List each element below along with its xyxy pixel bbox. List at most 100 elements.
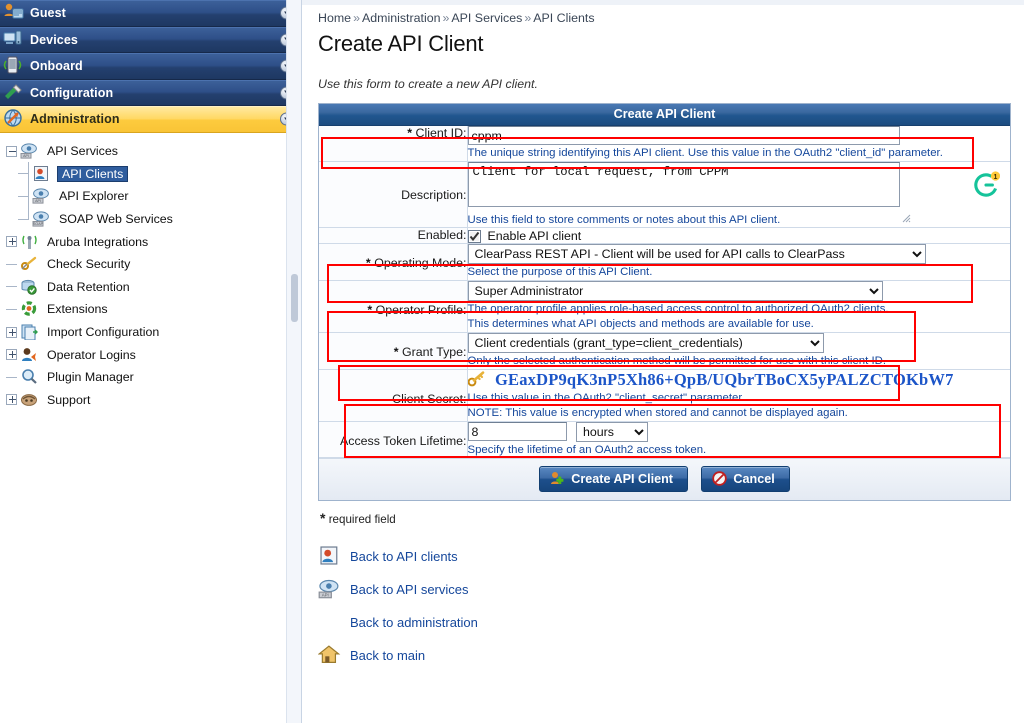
sidebar-item-operator-logins[interactable]: Operator Logins bbox=[0, 343, 296, 366]
left-navigation-sidebar: Guest Devices Onboard Configuration Administ… bbox=[0, 0, 302, 723]
administration-globe-icon bbox=[2, 108, 28, 130]
client-secret-note: NOTE: This value is encrypted when store… bbox=[467, 407, 848, 420]
tree-connector bbox=[6, 372, 17, 383]
access-token-lifetime-hint: Specify the lifetime of an OAuth2 access… bbox=[467, 443, 707, 456]
row-operating-mode: * Operating Mode: ClearPass REST API - C… bbox=[319, 243, 1010, 281]
create-api-client-button[interactable]: Create API Client bbox=[539, 466, 688, 493]
row-access-token-lifetime: Access Token Lifetime: hours Specify the… bbox=[319, 421, 1010, 459]
sidebar-item-api-clients[interactable]: API Clients bbox=[0, 163, 296, 186]
svg-text:API: API bbox=[35, 200, 41, 204]
description-hint: Use this field to store comments or note… bbox=[467, 213, 781, 226]
create-api-client-button-label: Create API Client bbox=[571, 472, 673, 487]
sidebar-item-aruba-integrations[interactable]: Aruba Integrations bbox=[0, 230, 296, 253]
client-id-label: * Client ID: bbox=[319, 126, 468, 162]
expand-plus-icon[interactable] bbox=[6, 394, 17, 406]
breadcrumb-item-api-clients[interactable]: API Clients bbox=[533, 11, 594, 25]
breadcrumb-item-api-services[interactable]: API Services bbox=[451, 11, 522, 25]
breadcrumb-separator: » bbox=[353, 11, 360, 25]
sidebar-item-soap-web-services[interactable]: SOAP SOAP Web Services bbox=[0, 208, 296, 231]
expand-plus-icon[interactable] bbox=[6, 349, 17, 361]
sidebar-item-label: Data Retention bbox=[47, 279, 130, 294]
required-field-text: required field bbox=[328, 513, 396, 527]
configuration-wrench-icon bbox=[5, 84, 22, 99]
sidebar-scrollbar-thumb[interactable] bbox=[291, 274, 298, 322]
sidebar-item-label: Import Configuration bbox=[47, 325, 160, 340]
row-operator-profile: * Operator Profile: Super Administrator … bbox=[319, 280, 1010, 333]
textarea-resize-grip[interactable] bbox=[902, 214, 911, 223]
form-buttons-row: Create API Client Cancel bbox=[319, 458, 1010, 501]
client-id-hint: The unique string identifying this API c… bbox=[467, 147, 943, 159]
nav-group-label: Onboard bbox=[30, 59, 83, 74]
nav-group-label: Devices bbox=[30, 32, 78, 47]
tree-guide-line bbox=[28, 162, 29, 219]
row-enabled: Enabled: Enable API client bbox=[319, 227, 1010, 245]
key-icon bbox=[467, 370, 484, 386]
required-star: * bbox=[367, 302, 373, 317]
sidebar-item-api-services[interactable]: API API Services bbox=[0, 140, 296, 163]
client-secret-label: Client Secret: bbox=[319, 369, 468, 422]
back-links-list: Back to API clients API Back to API servic… bbox=[317, 540, 1024, 672]
grant-type-label: * Grant Type: bbox=[319, 332, 468, 370]
back-link-back-to-api-clients[interactable]: Back to API clients bbox=[318, 540, 1024, 573]
sidebar-item-label: Aruba Integrations bbox=[47, 234, 149, 249]
sidebar-item-data-retention[interactable]: Data Retention bbox=[0, 276, 296, 299]
svg-text:SOAP: SOAP bbox=[33, 222, 44, 226]
home-icon bbox=[317, 645, 341, 663]
back-link-label: Back to API services bbox=[350, 582, 469, 598]
tree-connector bbox=[6, 259, 17, 270]
breadcrumb-separator: » bbox=[442, 11, 450, 25]
expand-plus-icon[interactable] bbox=[6, 236, 17, 248]
cancel-icon bbox=[712, 471, 728, 487]
operator-logins-icon bbox=[22, 347, 36, 361]
collapse-minus-icon[interactable] bbox=[6, 145, 17, 157]
sidebar-item-api-explorer[interactable]: API API Explorer bbox=[0, 185, 296, 208]
sidebar-item-import-configuration[interactable]: Import Configuration bbox=[0, 321, 296, 344]
back-link-back-to-main[interactable]: Back to main bbox=[317, 639, 1024, 672]
operator-profile-hint-2: This determines what API objects and met… bbox=[467, 318, 814, 331]
sidebar-item-label: Plugin Manager bbox=[47, 370, 134, 385]
nav-group-configuration[interactable]: Configuration bbox=[0, 79, 301, 106]
row-client-id: * Client ID: The unique string identifyi… bbox=[319, 126, 1010, 162]
aruba-integrations-icon bbox=[22, 235, 37, 249]
sidebar-item-extensions[interactable]: Extensions bbox=[0, 298, 296, 321]
extensions-icon bbox=[21, 301, 37, 317]
back-link-back-to-administration[interactable]: Back to administration bbox=[318, 606, 1024, 639]
nav-group-devices[interactable]: Devices bbox=[0, 26, 301, 53]
sidebar-item-label: Extensions bbox=[47, 302, 108, 317]
nav-group-label: Administration bbox=[30, 112, 120, 127]
client-id-input[interactable] bbox=[467, 126, 900, 145]
required-star: * bbox=[393, 344, 399, 359]
operating-mode-select[interactable]: ClearPass REST API - Client will be used… bbox=[467, 244, 926, 265]
enable-api-client-checkbox[interactable] bbox=[467, 229, 481, 243]
onboard-mobile-icon bbox=[3, 56, 22, 74]
extensions-icon bbox=[20, 300, 40, 318]
grammarly-icon[interactable]: 1 bbox=[974, 170, 1001, 197]
access-token-lifetime-unit-select[interactable]: hours bbox=[575, 421, 648, 442]
sidebar-item-check-security[interactable]: Check Security bbox=[0, 253, 296, 276]
api-explorer-icon: API bbox=[32, 187, 52, 205]
description-textarea[interactable]: Client for local request, from CPPM bbox=[467, 161, 900, 207]
nav-group-guest[interactable]: Guest bbox=[0, 0, 301, 27]
cancel-button[interactable]: Cancel bbox=[701, 466, 790, 493]
nav-group-onboard[interactable]: Onboard bbox=[0, 53, 301, 80]
sidebar-item-plugin-manager[interactable]: Plugin Manager bbox=[0, 366, 296, 389]
access-token-lifetime-input[interactable] bbox=[467, 422, 567, 442]
breadcrumb-item-home[interactable]: Home bbox=[318, 11, 351, 25]
client-secret-value-wrap: GEaxDP9qK3nP5Xh86+QpB/UQbrTBoCX5yPALZCTO… bbox=[467, 370, 1011, 390]
nav-group-administration[interactable]: Administration bbox=[0, 106, 301, 133]
back-link-back-to-api-services[interactable]: API Back to API services bbox=[318, 573, 1024, 606]
expand-plus-icon[interactable] bbox=[6, 326, 17, 338]
api-services-icon: API bbox=[20, 142, 40, 160]
grant-type-select[interactable]: Client credentials (grant_type=client_cr… bbox=[467, 332, 824, 353]
administration-tree: API API Services API Clients API API Explore… bbox=[0, 136, 296, 723]
administration-globe-icon bbox=[318, 611, 344, 635]
sidebar-scrollbar[interactable] bbox=[286, 0, 301, 723]
back-link-label: Back to API clients bbox=[350, 549, 458, 565]
api-services-icon: API bbox=[20, 143, 37, 159]
breadcrumb-item-administration[interactable]: Administration bbox=[362, 11, 441, 25]
sidebar-item-label: Operator Logins bbox=[47, 347, 136, 362]
operator-profile-select[interactable]: Super Administrator bbox=[467, 280, 883, 301]
tree-connector bbox=[6, 304, 17, 315]
access-token-lifetime-label: Access Token Lifetime: bbox=[319, 421, 468, 459]
sidebar-item-support[interactable]: Support bbox=[0, 389, 296, 412]
